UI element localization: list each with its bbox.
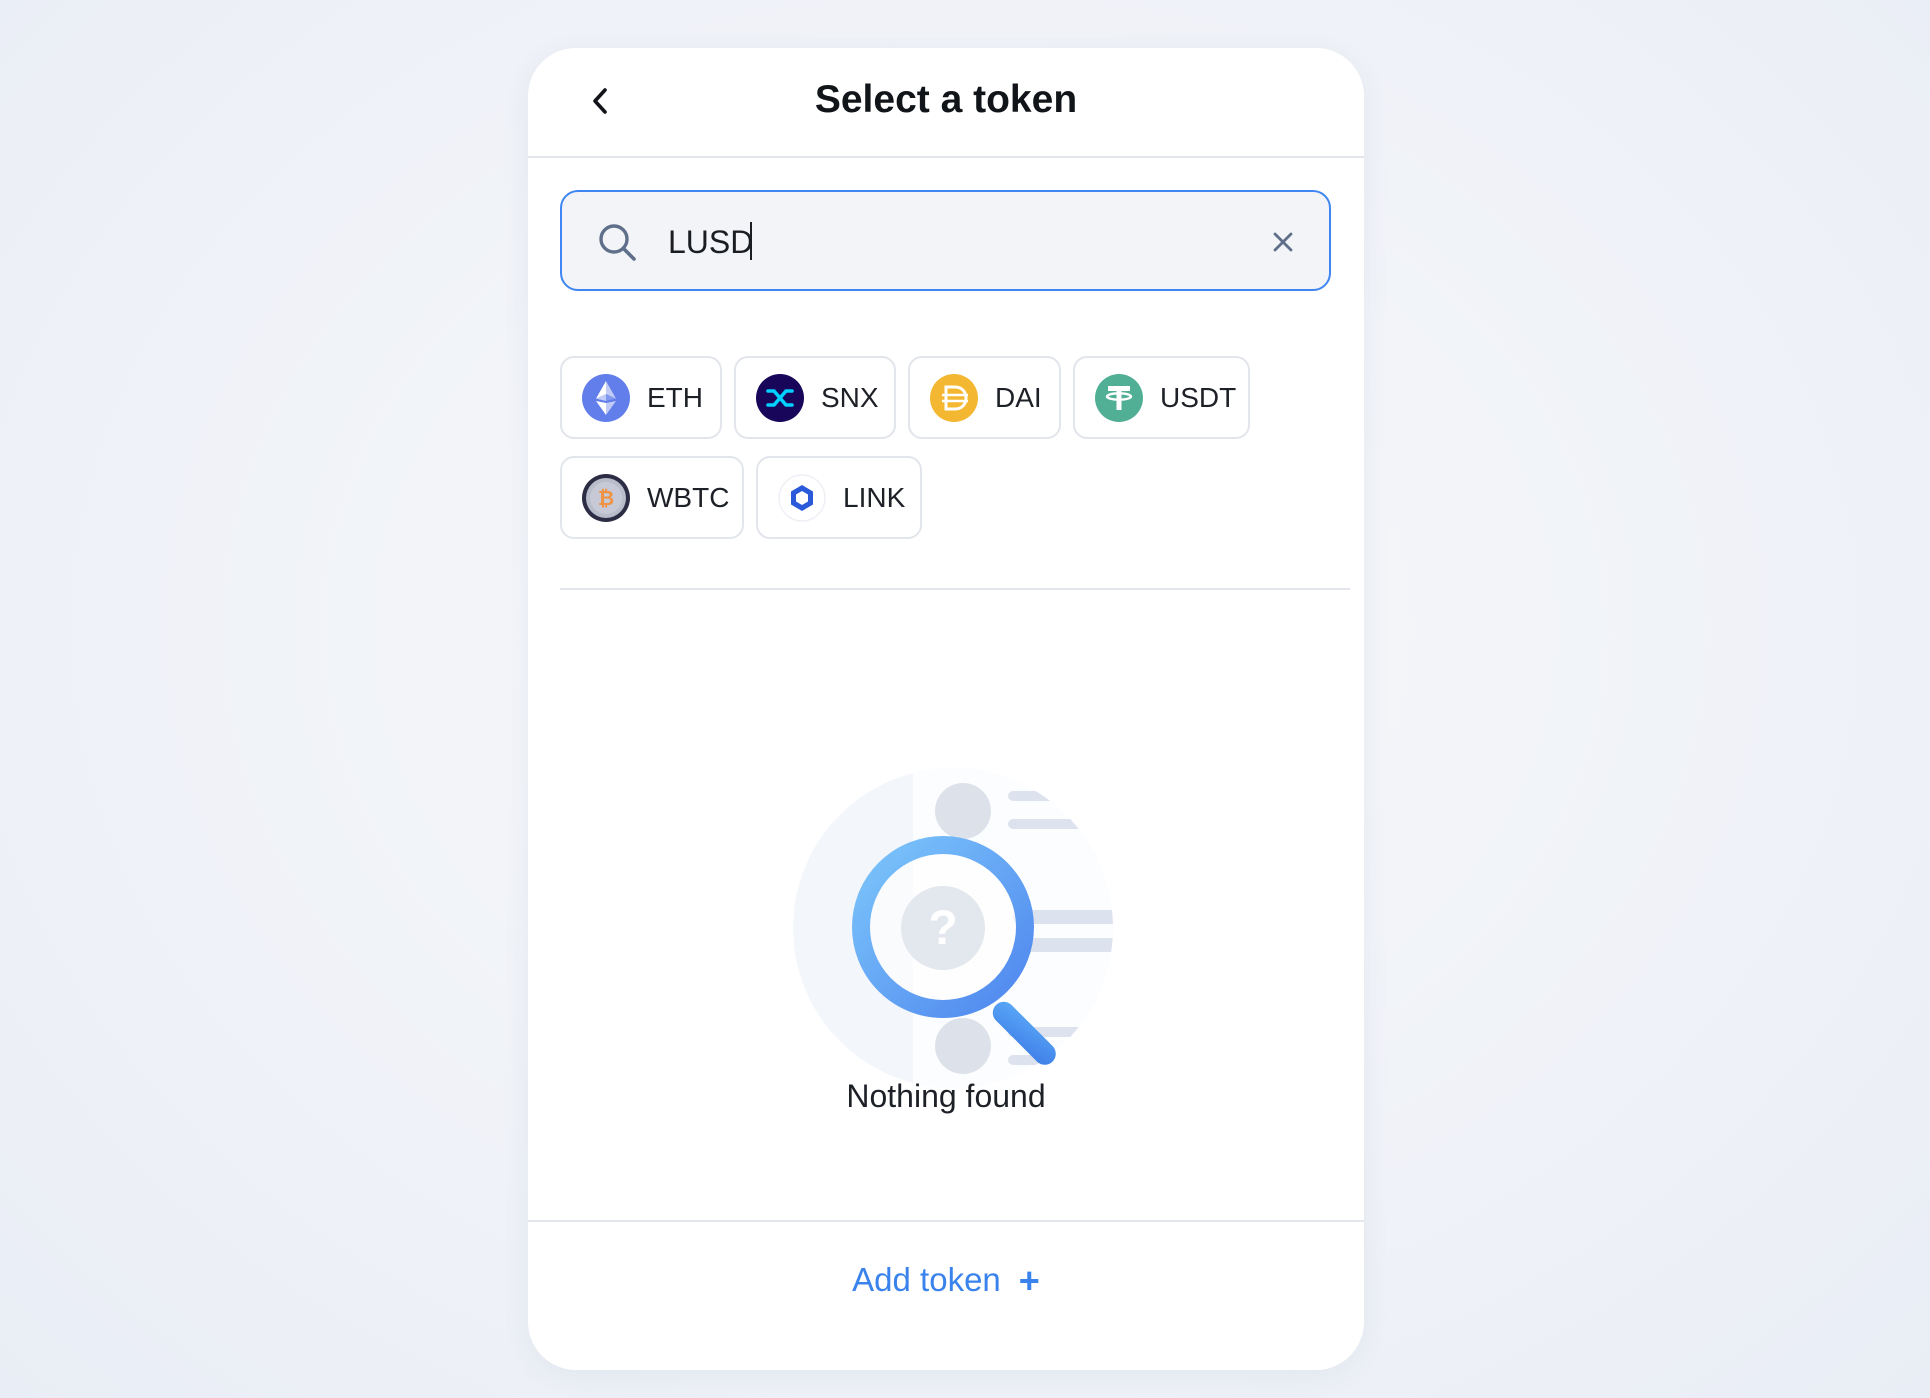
divider [560,588,1350,590]
token-chip-eth[interactable]: ETH [560,356,722,439]
select-token-modal: Select a token ETH [528,48,1364,1370]
token-chip-wbtc[interactable]: ₿ WBTC [560,456,744,539]
token-symbol: USDT [1160,381,1237,413]
token-symbol: ETH [647,381,703,413]
svg-text:?: ? [928,902,957,955]
tether-icon [1095,373,1143,422]
clear-search-button[interactable] [1263,222,1303,262]
empty-state-message: Nothing found [846,1078,1046,1114]
text-caret [750,222,752,260]
ethereum-icon [582,373,630,422]
token-symbol: LINK [843,481,906,513]
dai-icon [930,373,978,422]
modal-footer: Add token + [528,1220,1364,1370]
token-symbol: DAI [995,381,1042,413]
magnifier-question-icon: ? [793,768,1113,1088]
token-chip-usdt[interactable]: USDT [1073,356,1250,439]
token-chip-snx[interactable]: SNX [734,356,896,439]
token-chip-dai[interactable]: DAI [908,356,1061,439]
token-chip-link[interactable]: LINK [756,456,922,539]
token-symbol: SNX [821,381,879,413]
search-box[interactable] [560,190,1331,291]
token-symbol: WBTC [647,481,730,513]
add-token-button[interactable]: Add token + [528,1260,1364,1302]
add-token-label: Add token [852,1261,1001,1298]
svg-text:₿: ₿ [598,488,614,510]
plus-icon: + [1018,1260,1040,1301]
page-title: Select a token [814,78,1078,121]
search-input[interactable] [668,220,1228,264]
chainlink-icon [778,473,826,522]
wrapped-bitcoin-icon: ₿ [582,473,630,522]
search-icon [599,224,636,261]
close-icon [1273,232,1293,252]
modal-header: Select a token [528,48,1364,158]
synthetix-icon [756,373,804,422]
